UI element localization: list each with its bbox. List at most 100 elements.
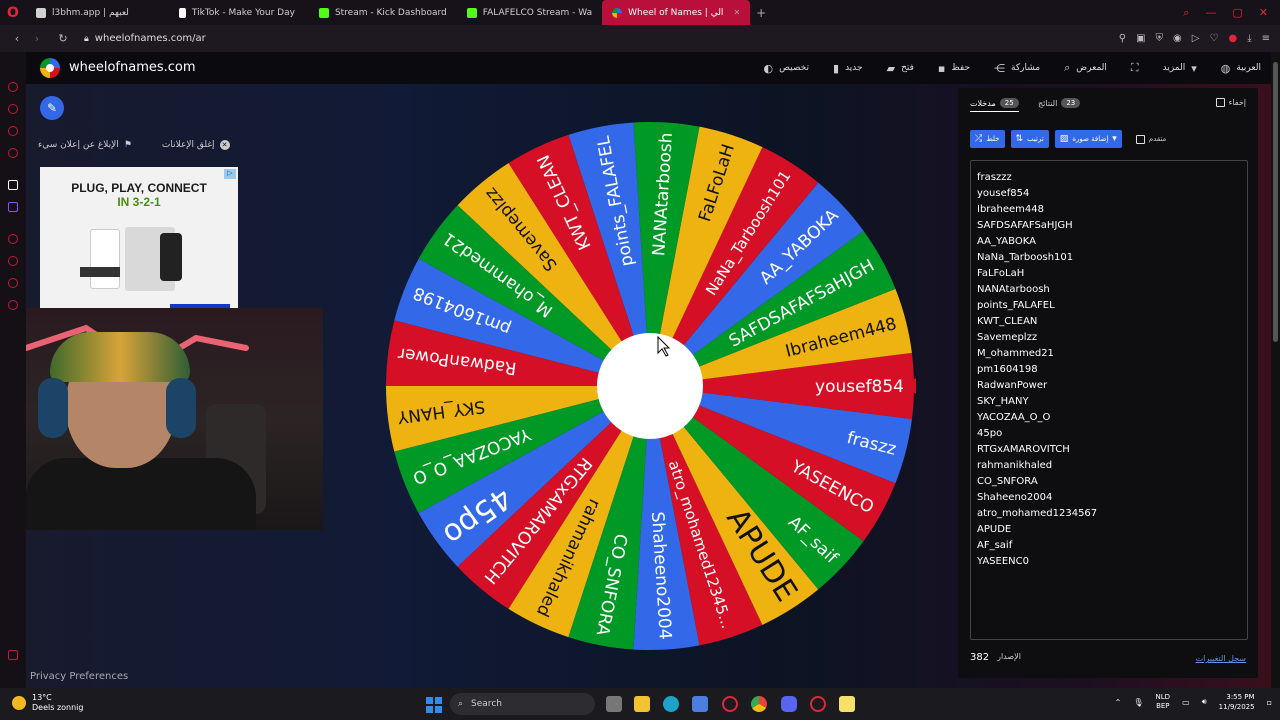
entry-line[interactable]: RadwanPower bbox=[977, 378, 1241, 394]
report-ad-link[interactable]: الإبلاغ عن إعلان سيء ⚑ bbox=[38, 140, 132, 150]
entry-line[interactable]: AA_YABOKA bbox=[977, 234, 1241, 250]
entry-line[interactable]: AF_saif bbox=[977, 538, 1241, 554]
taskbar-search[interactable]: ⌕ Search bbox=[450, 693, 595, 715]
menu-new[interactable]: ▮ جديد bbox=[833, 62, 863, 75]
menu-share[interactable]: ⋲ مشاركة bbox=[994, 62, 1040, 75]
entry-line[interactable]: FaLFoLaH bbox=[977, 266, 1241, 282]
entry-line[interactable]: CO_SNFORA bbox=[977, 474, 1241, 490]
sidebar-history-icon[interactable] bbox=[8, 256, 18, 266]
menu-icon[interactable]: ≡ bbox=[1262, 33, 1270, 44]
menu-more[interactable]: المزيد ▾ bbox=[1163, 62, 1197, 75]
back-icon[interactable]: ‹ bbox=[8, 32, 26, 45]
tab-l3bhm[interactable]: l3bhm.app | لعبهم bbox=[26, 0, 139, 25]
entry-line[interactable]: SKY_HANY bbox=[977, 394, 1241, 410]
entry-line[interactable]: Ibraheem448 bbox=[977, 202, 1241, 218]
close-tab-icon[interactable]: ✕ bbox=[733, 8, 740, 17]
entry-line[interactable]: M_ohammed21 bbox=[977, 346, 1241, 362]
sidebar-twitch-icon[interactable] bbox=[8, 202, 18, 212]
entry-line[interactable]: NANAtarboosh bbox=[977, 282, 1241, 298]
windows-start-icon[interactable] bbox=[426, 697, 442, 713]
add-image-button[interactable]: ▨ إضافة صورة ▾ bbox=[1054, 130, 1122, 148]
microphone-icon[interactable]: 🎙︎ bbox=[1133, 698, 1143, 707]
sort-button[interactable]: ⇅ ترتيب bbox=[1010, 130, 1049, 148]
url-field[interactable]: 🔒︎ wheelofnames.com/ar bbox=[84, 33, 206, 44]
snapshot-icon[interactable]: ▣ bbox=[1136, 33, 1145, 44]
forward-icon[interactable]: › bbox=[28, 32, 46, 45]
sidebar-home-icon[interactable] bbox=[8, 82, 18, 92]
new-tab-button[interactable]: + bbox=[750, 6, 772, 20]
tab-results[interactable]: النتائج 23 bbox=[1038, 98, 1081, 108]
scrollbar-thumb[interactable] bbox=[1273, 62, 1278, 342]
page-scrollbar[interactable] bbox=[1271, 52, 1280, 688]
sidebar-ai-icon[interactable] bbox=[8, 104, 18, 114]
tab-wheel-of-names[interactable]: Wheel of Names | الي ✕ bbox=[602, 0, 751, 25]
sidebar-clock-icon[interactable] bbox=[8, 278, 18, 288]
sidebar-settings-icon[interactable] bbox=[8, 300, 18, 310]
advanced-toggle[interactable]: متقدم bbox=[1135, 134, 1166, 144]
entry-line[interactable]: YACOZAA_O_O bbox=[977, 410, 1241, 426]
sidebar-kick-icon[interactable] bbox=[8, 180, 18, 190]
menu-open[interactable]: ▰ فتح bbox=[887, 62, 914, 75]
download-icon[interactable]: ⤓ bbox=[1247, 33, 1251, 44]
chrome-icon[interactable] bbox=[751, 696, 767, 712]
wheel-center[interactable] bbox=[597, 333, 703, 439]
entry-line[interactable]: Shaheeno2004 bbox=[977, 490, 1241, 506]
app-icon[interactable] bbox=[839, 696, 855, 712]
chevron-up-icon[interactable]: ⌃ bbox=[1115, 698, 1122, 707]
tab-kick-dashboard[interactable]: Stream - Kick Dashboard bbox=[309, 0, 457, 25]
adchoices-icon[interactable]: ▷ bbox=[224, 169, 236, 179]
task-view-icon[interactable] bbox=[606, 696, 622, 712]
entry-line[interactable]: SAFDSAFAFSaHJGH bbox=[977, 218, 1241, 234]
menu-fullscreen[interactable]: ⛶ bbox=[1131, 61, 1139, 75]
weather-widget[interactable]: 13°C Deels zonnig bbox=[12, 693, 83, 713]
close-window-icon[interactable]: ✕ bbox=[1259, 6, 1268, 20]
opera-icon[interactable] bbox=[810, 696, 826, 712]
sidebar-messenger-icon[interactable] bbox=[8, 126, 18, 136]
entry-line[interactable]: NaNa_Tarboosh101 bbox=[977, 250, 1241, 266]
close-ads-link[interactable]: إغلق الإعلانات ✕ bbox=[162, 140, 230, 150]
entry-line[interactable]: KWT_CLEAN bbox=[977, 314, 1241, 330]
site-logo-icon[interactable] bbox=[40, 58, 60, 78]
shield-icon[interactable]: ⛨ bbox=[1156, 33, 1164, 44]
menu-customize[interactable]: ◐ تخصيص bbox=[764, 62, 809, 75]
menu-save[interactable]: ▪ حفظ bbox=[938, 62, 970, 75]
sidebar-mail-icon[interactable] bbox=[8, 148, 18, 158]
entry-line[interactable]: atro_mohamed1234567 bbox=[977, 506, 1241, 522]
site-name[interactable]: wheelofnames.com bbox=[69, 60, 196, 75]
search-tabs-icon[interactable]: ⌕ bbox=[1183, 6, 1189, 20]
edge-icon[interactable] bbox=[663, 696, 679, 712]
opera-logo-icon[interactable]: O bbox=[0, 0, 26, 25]
heart-icon[interactable]: ♡ bbox=[1209, 33, 1218, 44]
discord-icon[interactable] bbox=[781, 696, 797, 712]
menu-gallery[interactable]: ⌕ المعرض bbox=[1064, 61, 1107, 75]
tab-entries[interactable]: مدخلات 25 bbox=[970, 98, 1019, 112]
entry-line[interactable]: YASEENC0 bbox=[977, 554, 1241, 570]
entry-line[interactable]: RTGxAMAROVITCH bbox=[977, 442, 1241, 458]
entry-line[interactable]: Savemeplzz bbox=[977, 330, 1241, 346]
advanced-checkbox[interactable] bbox=[1135, 134, 1145, 144]
file-explorer-icon[interactable] bbox=[634, 696, 650, 712]
entry-line[interactable]: rahmanikhaled bbox=[977, 458, 1241, 474]
changelog-link[interactable]: سجل التغييرات bbox=[1196, 654, 1246, 663]
menu-language[interactable]: ◍ العربية bbox=[1221, 62, 1261, 75]
minimize-icon[interactable]: — bbox=[1205, 6, 1216, 20]
maximize-icon[interactable]: ▢ bbox=[1232, 6, 1242, 20]
pin-icon[interactable]: ⚲ bbox=[1119, 33, 1126, 44]
advertisement[interactable]: PLUG, PLAY, CONNECT IN 3-2-1 ▷ bbox=[40, 167, 238, 312]
entry-line[interactable]: yousef854 bbox=[977, 186, 1241, 202]
volume-icon[interactable]: 🔊︎ bbox=[1202, 697, 1207, 707]
tab-falafelco-stream[interactable]: FALAFELCO Stream - Wa bbox=[457, 0, 602, 25]
entry-line[interactable]: fraszzz bbox=[977, 170, 1241, 186]
privacy-preferences-link[interactable]: Privacy Preferences bbox=[30, 671, 128, 682]
wheel[interactable]: yousef854Ibraheem448SAFDSAFAFSaHJGHAA_YA… bbox=[376, 119, 916, 659]
language-indicator[interactable]: NLD BEP bbox=[1156, 693, 1171, 711]
shuffle-button[interactable]: ⤮ خلط bbox=[970, 130, 1005, 148]
entry-line[interactable]: APUDE bbox=[977, 522, 1241, 538]
entry-line[interactable]: points_FALAFEL bbox=[977, 298, 1241, 314]
tab-tiktok[interactable]: TikTok - Make Your Day bbox=[169, 0, 305, 25]
entries-textarea[interactable]: fraszzz yousef854 Ibraheem448 SAFDSAFAFSaHJ… bbox=[970, 160, 1248, 640]
play-icon[interactable]: ▷ bbox=[1192, 33, 1200, 44]
sidebar-gx-icon[interactable] bbox=[8, 650, 18, 660]
network-icon[interactable]: ▭ bbox=[1182, 698, 1190, 707]
notification-icon[interactable]: ▫ bbox=[1267, 698, 1272, 707]
